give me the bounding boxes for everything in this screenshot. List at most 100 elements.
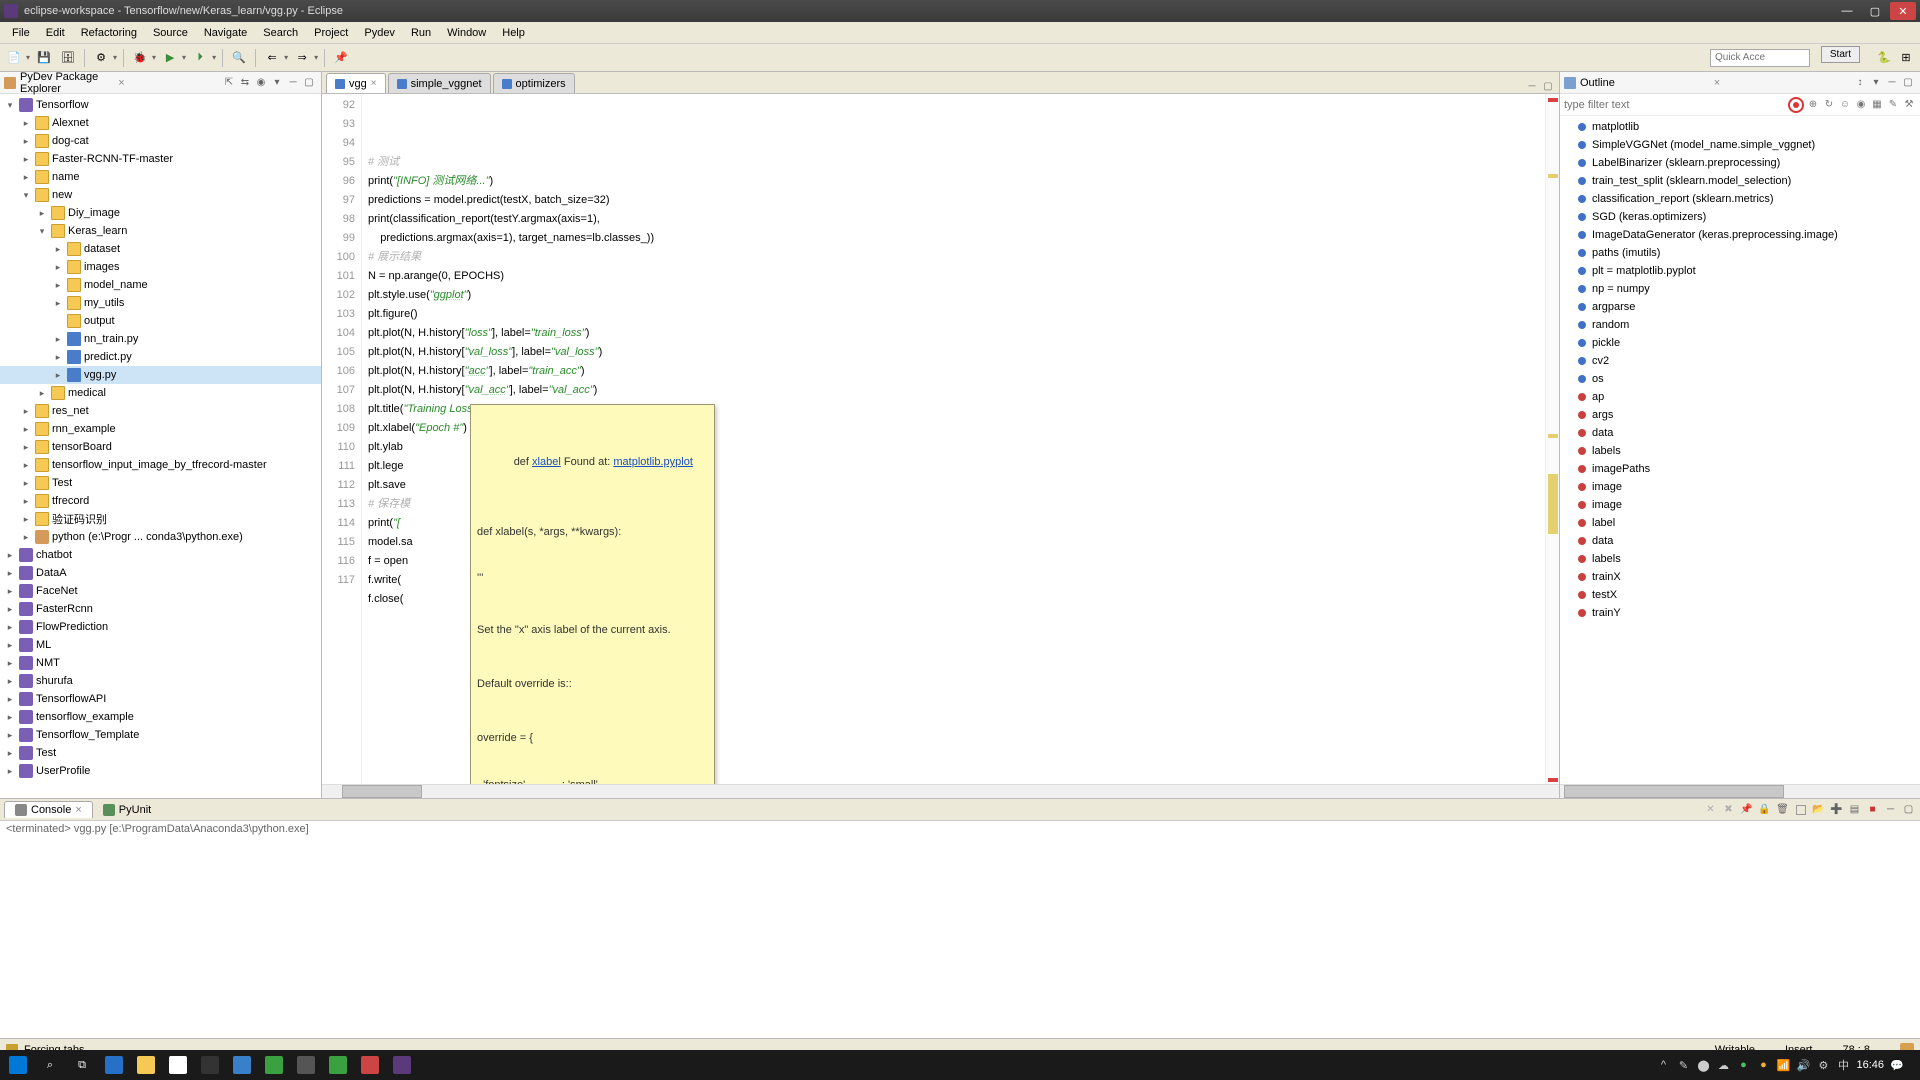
console-display-icon[interactable]: ▤ <box>1847 802 1862 817</box>
tree-node[interactable]: ▾Tensorflow <box>0 96 321 114</box>
run-last-button[interactable]: ⏵ <box>190 48 210 68</box>
tree-node[interactable]: ▸tensorflow_input_image_by_tfrecord-mast… <box>0 456 321 474</box>
expander-icon[interactable]: ▸ <box>4 586 16 597</box>
record-icon[interactable] <box>1788 97 1804 113</box>
console-new-icon[interactable]: ➕ <box>1829 802 1844 817</box>
expander-icon[interactable]: ▸ <box>4 604 16 615</box>
expander-icon[interactable]: ▸ <box>20 460 32 471</box>
editor-hscroll[interactable] <box>322 784 1559 798</box>
close-button[interactable]: ✕ <box>1890 2 1916 20</box>
nav-back-button[interactable]: ⇐ <box>262 48 282 68</box>
tree-node[interactable]: ▸TensorflowAPI <box>0 690 321 708</box>
outline-item[interactable]: labels <box>1560 550 1920 568</box>
tree-node[interactable]: ▸model_name <box>0 276 321 294</box>
expander-icon[interactable]: ▸ <box>20 496 32 507</box>
expander-icon[interactable]: ▸ <box>4 712 16 723</box>
expander-icon[interactable]: ▸ <box>20 136 32 147</box>
console-pin-icon[interactable]: 📌 <box>1739 802 1754 817</box>
collapse-all-icon[interactable]: ⇱ <box>221 75 237 91</box>
code-line[interactable]: # 展示结果 <box>368 248 1545 267</box>
debug-button[interactable]: 🐞 <box>130 48 150 68</box>
tab-close-icon[interactable]: × <box>371 78 377 89</box>
menu-refactoring[interactable]: Refactoring <box>73 25 145 41</box>
expander-icon[interactable]: ▸ <box>4 766 16 777</box>
outline-item[interactable]: testX <box>1560 586 1920 604</box>
expander-icon[interactable]: ▸ <box>4 622 16 633</box>
menu-search[interactable]: Search <box>255 25 306 41</box>
outline-item[interactable]: image <box>1560 478 1920 496</box>
expander-icon[interactable]: ▾ <box>4 100 16 111</box>
tree-node[interactable]: ▸Tensorflow_Template <box>0 726 321 744</box>
expander-icon[interactable]: ▸ <box>52 352 64 363</box>
code-line[interactable]: plt.plot(N, H.history["val_loss"], label… <box>368 343 1545 362</box>
package-tree[interactable]: ▾Tensorflow▸Alexnet▸dog-cat▸Faster-RCNN-… <box>0 94 321 798</box>
task-view-icon[interactable]: ⧉ <box>66 1051 98 1079</box>
outline-item[interactable]: argparse <box>1560 298 1920 316</box>
outline-item[interactable]: trainY <box>1560 604 1920 622</box>
perspective-switch-icon[interactable]: ⊞ <box>1896 48 1916 68</box>
outline-item[interactable]: ap <box>1560 388 1920 406</box>
outline-item[interactable]: SGD (keras.optimizers) <box>1560 208 1920 226</box>
outline-menu-icon[interactable]: ▾ <box>1868 75 1884 91</box>
code-line[interactable]: plt.style.use("ggplot") <box>368 286 1545 305</box>
code-line[interactable]: plt.plot(N, H.history["acc"], label="tra… <box>368 362 1545 381</box>
tree-node[interactable]: ▸dataset <box>0 240 321 258</box>
outline-item[interactable]: random <box>1560 316 1920 334</box>
console-remove-icon[interactable]: ✕ <box>1703 802 1718 817</box>
tree-node[interactable]: ▾new <box>0 186 321 204</box>
menu-navigate[interactable]: Navigate <box>196 25 255 41</box>
outline-item[interactable]: np = numpy <box>1560 280 1920 298</box>
console-min-icon[interactable]: ─ <box>1883 802 1898 817</box>
perspective-pydev-icon[interactable]: 🐍 <box>1874 48 1894 68</box>
pinned-mail-icon[interactable] <box>194 1051 226 1079</box>
outline-item[interactable]: trainX <box>1560 568 1920 586</box>
editor-maximize-icon[interactable]: ▢ <box>1541 79 1555 93</box>
outline-item[interactable]: matplotlib <box>1560 118 1920 136</box>
tree-node[interactable]: ▸images <box>0 258 321 276</box>
of-4-icon[interactable]: ◉ <box>1854 98 1868 112</box>
tree-node[interactable]: ▸shurufa <box>0 672 321 690</box>
new-button[interactable]: 📄 <box>4 48 24 68</box>
tree-node[interactable]: ▸tfrecord <box>0 492 321 510</box>
menu-edit[interactable]: Edit <box>38 25 73 41</box>
tab-pyunit[interactable]: PyUnit <box>93 802 161 818</box>
console-show-icon[interactable] <box>1796 805 1806 815</box>
expander-icon[interactable]: ▸ <box>52 262 64 273</box>
tray-sogou-icon[interactable]: ✎ <box>1676 1058 1690 1072</box>
outline-max-icon[interactable]: ▢ <box>1900 75 1916 91</box>
outline-item[interactable]: classification_report (sklearn.metrics) <box>1560 190 1920 208</box>
menu-window[interactable]: Window <box>439 25 494 41</box>
expander-icon[interactable]: ▸ <box>4 730 16 741</box>
console-body[interactable]: <terminated> vgg.py [e:\ProgramData\Anac… <box>0 821 1920 1038</box>
tree-node[interactable]: ▸DataA <box>0 564 321 582</box>
outline-item[interactable]: os <box>1560 370 1920 388</box>
of-3-icon[interactable]: ☺ <box>1838 98 1852 112</box>
code-area[interactable]: # 测试print("[INFO] 测试网络...")predictions =… <box>362 94 1545 784</box>
code-line[interactable]: plt.plot(N, H.history["val_acc"], label=… <box>368 381 1545 400</box>
pinned-app1-icon[interactable] <box>226 1051 258 1079</box>
pinned-app3-icon[interactable] <box>290 1051 322 1079</box>
maximize-view-icon[interactable]: ▢ <box>301 75 317 91</box>
outline-item[interactable]: label <box>1560 514 1920 532</box>
expander-icon[interactable]: ▾ <box>36 226 48 237</box>
of-7-icon[interactable]: ⚒ <box>1902 98 1916 112</box>
tree-node[interactable]: ▸Test <box>0 474 321 492</box>
expander-icon[interactable]: ▸ <box>20 478 32 489</box>
tray-notifications-icon[interactable]: 💬 <box>1890 1058 1904 1072</box>
pinned-store-icon[interactable] <box>162 1051 194 1079</box>
code-line[interactable]: # 测试 <box>368 153 1545 172</box>
pin-button[interactable]: 📌 <box>331 48 351 68</box>
expander-icon[interactable]: ▸ <box>52 334 64 345</box>
outline-item[interactable]: plt = matplotlib.pyplot <box>1560 262 1920 280</box>
outline-sort-icon[interactable]: ↕ <box>1852 75 1868 91</box>
menu-run[interactable]: Run <box>403 25 439 41</box>
tree-node[interactable]: ▸chatbot <box>0 546 321 564</box>
expander-icon[interactable]: ▸ <box>20 406 32 417</box>
pinned-edge-icon[interactable] <box>98 1051 130 1079</box>
search-taskbar-icon[interactable]: ⌕ <box>34 1051 66 1079</box>
pinned-explorer-icon[interactable] <box>130 1051 162 1079</box>
tree-node[interactable]: ▸Faster-RCNN-TF-master <box>0 150 321 168</box>
tree-node[interactable]: ▸Alexnet <box>0 114 321 132</box>
tray-1-icon[interactable]: ⬤ <box>1696 1058 1710 1072</box>
outline-item[interactable]: image <box>1560 496 1920 514</box>
